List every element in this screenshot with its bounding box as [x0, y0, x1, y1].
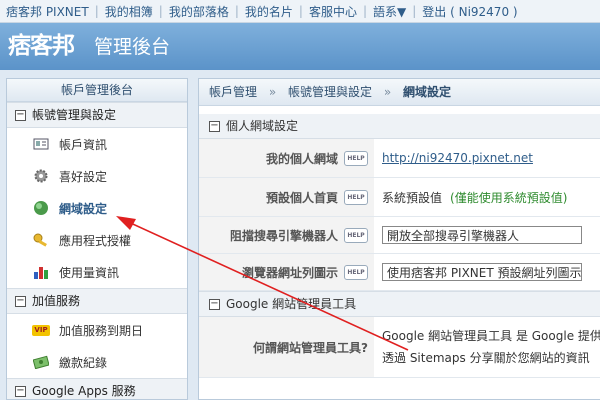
section-personal-domain[interactable]: − 個人網域設定	[199, 114, 600, 139]
sidebar-item-account-info[interactable]: 帳戶資訊	[7, 128, 187, 160]
sidebar-item-label: 網域設定	[59, 201, 108, 216]
row-label: 預設個人首頁	[265, 190, 338, 205]
help-button[interactable]: HELP	[344, 189, 368, 205]
topnav-support-link[interactable]: 客服中心	[303, 3, 363, 20]
help-button[interactable]: HELP	[344, 150, 368, 166]
sidebar-item-label: 使用量資訊	[59, 265, 120, 280]
row-label: 何謂網站管理員工具?	[253, 340, 368, 355]
default-homepage-value: 系統預設值	[382, 190, 443, 205]
section-title: Google 網站管理員工具	[226, 297, 357, 311]
page-title: 管理後台	[94, 36, 171, 58]
topnav-card-link[interactable]: 我的名片	[239, 3, 299, 20]
breadcrumb-separator: »	[268, 85, 277, 99]
collapse-toggle-icon[interactable]: −	[209, 120, 220, 132]
row-favicon: 瀏覽器網址列圖示 HELP 使用痞客邦 PIXNET 預設網址列圖示	[199, 254, 600, 291]
sidebar-item-label: 喜好設定	[59, 169, 108, 184]
robots-select[interactable]: 開放全部搜尋引擎機器人	[382, 226, 582, 244]
row-label: 阻擋搜尋引擎機器人	[229, 228, 338, 243]
logo-text: 痞客邦	[8, 33, 75, 59]
sidebar-section-google-apps[interactable]: − Google Apps 服務	[7, 378, 187, 399]
row-webmaster-info: 何謂網站管理員工具? Google 網站管理員工具 是 Google 提供的免費…	[199, 317, 600, 378]
sidebar-section-account[interactable]: − 帳號管理與設定	[7, 102, 187, 128]
row-label: 我的個人網域	[265, 151, 338, 166]
breadcrumb-separator: »	[383, 85, 392, 99]
bar-chart-icon	[33, 264, 49, 280]
sidebar-section-label: Google Apps 服務	[32, 384, 136, 398]
help-button[interactable]: HELP	[344, 227, 368, 243]
row-label: 瀏覽器網址列圖示	[241, 265, 338, 280]
sidebar-item-payment-records[interactable]: 繳款紀錄	[7, 346, 187, 378]
topnav-pixnet-link[interactable]: 痞客邦 PIXNET	[0, 3, 95, 20]
vip-icon: VIP	[32, 322, 50, 338]
sidebar-item-service-expiry[interactable]: VIP 加值服務到期日	[7, 314, 187, 346]
help-button[interactable]: HELP	[344, 264, 368, 280]
webmaster-description-line1: Google 網站管理員工具 是 Google 提供的免費服務	[382, 329, 600, 343]
collapse-toggle-icon[interactable]: −	[15, 109, 26, 121]
breadcrumb-account-settings[interactable]: 帳號管理與設定	[288, 85, 372, 99]
top-navigation-bar: 痞客邦 PIXNET | 我的相簿 | 我的部落格 | 我的名片 | 客服中心 …	[0, 0, 600, 23]
breadcrumb-current: 網域設定	[403, 85, 452, 99]
topnav-blog-link[interactable]: 我的部落格	[163, 3, 235, 20]
row-block-robots: 阻擋搜尋引擎機器人 HELP 開放全部搜尋引擎機器人	[199, 217, 600, 254]
sidebar-item-domain-settings[interactable]: 網域設定	[7, 192, 187, 224]
id-card-icon	[33, 136, 49, 152]
vip-icon-text: VIP	[32, 324, 50, 336]
key-icon	[33, 232, 49, 248]
sidebar: 帳戶管理後台 − 帳號管理與設定 帳戶資訊 喜好設定 網域設定 應用程式授權 使…	[6, 78, 188, 400]
collapse-toggle-icon[interactable]: −	[209, 298, 220, 310]
money-icon	[33, 354, 49, 370]
page-header: 痞客邦 管理後台	[0, 23, 600, 70]
main-panel: 帳戶管理 » 帳號管理與設定 » 網域設定 − 個人網域設定 我的個人網域 HEL…	[198, 78, 600, 400]
sidebar-item-label: 帳戶資訊	[59, 137, 108, 152]
collapse-toggle-icon[interactable]: −	[15, 295, 26, 307]
row-personal-domain: 我的個人網域 HELP http://ni92470.pixnet.net	[199, 139, 600, 178]
breadcrumb: 帳戶管理 » 帳號管理與設定 » 網域設定	[199, 79, 600, 106]
row-default-homepage: 預設個人首頁 HELP 系統預設值 (僅能使用系統預設值)	[199, 178, 600, 217]
topnav-album-link[interactable]: 我的相簿	[99, 3, 159, 20]
collapse-toggle-icon[interactable]: −	[15, 385, 26, 397]
globe-icon	[33, 200, 49, 216]
sidebar-title: 帳戶管理後台	[7, 79, 187, 102]
default-homepage-note: (僅能使用系統預設值)	[450, 190, 568, 205]
section-google-webmaster[interactable]: − Google 網站管理員工具	[199, 291, 600, 317]
sidebar-item-usage-info[interactable]: 使用量資訊	[7, 256, 187, 288]
sidebar-item-label: 繳款紀錄	[59, 355, 108, 370]
pixnet-logo[interactable]: 痞客邦	[8, 30, 82, 62]
sidebar-section-label: 加值服務	[32, 294, 81, 308]
sidebar-section-value-added[interactable]: − 加值服務	[7, 288, 187, 314]
topnav-logout-link[interactable]: 登出 ( Ni92470 )	[416, 3, 523, 20]
section-title: 個人網域設定	[226, 119, 299, 133]
webmaster-description-line2: 透過 Sitemaps 分享關於您網站的資訊	[382, 351, 590, 365]
sidebar-item-preferences[interactable]: 喜好設定	[7, 160, 187, 192]
breadcrumb-account-management[interactable]: 帳戶管理	[209, 85, 257, 99]
topnav-language-menu[interactable]: 語系▼	[367, 3, 412, 20]
sidebar-item-label: 加值服務到期日	[59, 323, 144, 338]
personal-domain-link[interactable]: http://ni92470.pixnet.net	[382, 151, 533, 165]
sidebar-item-label: 應用程式授權	[59, 233, 132, 248]
sidebar-item-app-authorization[interactable]: 應用程式授權	[7, 224, 187, 256]
favicon-select[interactable]: 使用痞客邦 PIXNET 預設網址列圖示	[382, 263, 582, 281]
gear-icon	[33, 168, 49, 184]
sidebar-section-label: 帳號管理與設定	[32, 108, 117, 122]
